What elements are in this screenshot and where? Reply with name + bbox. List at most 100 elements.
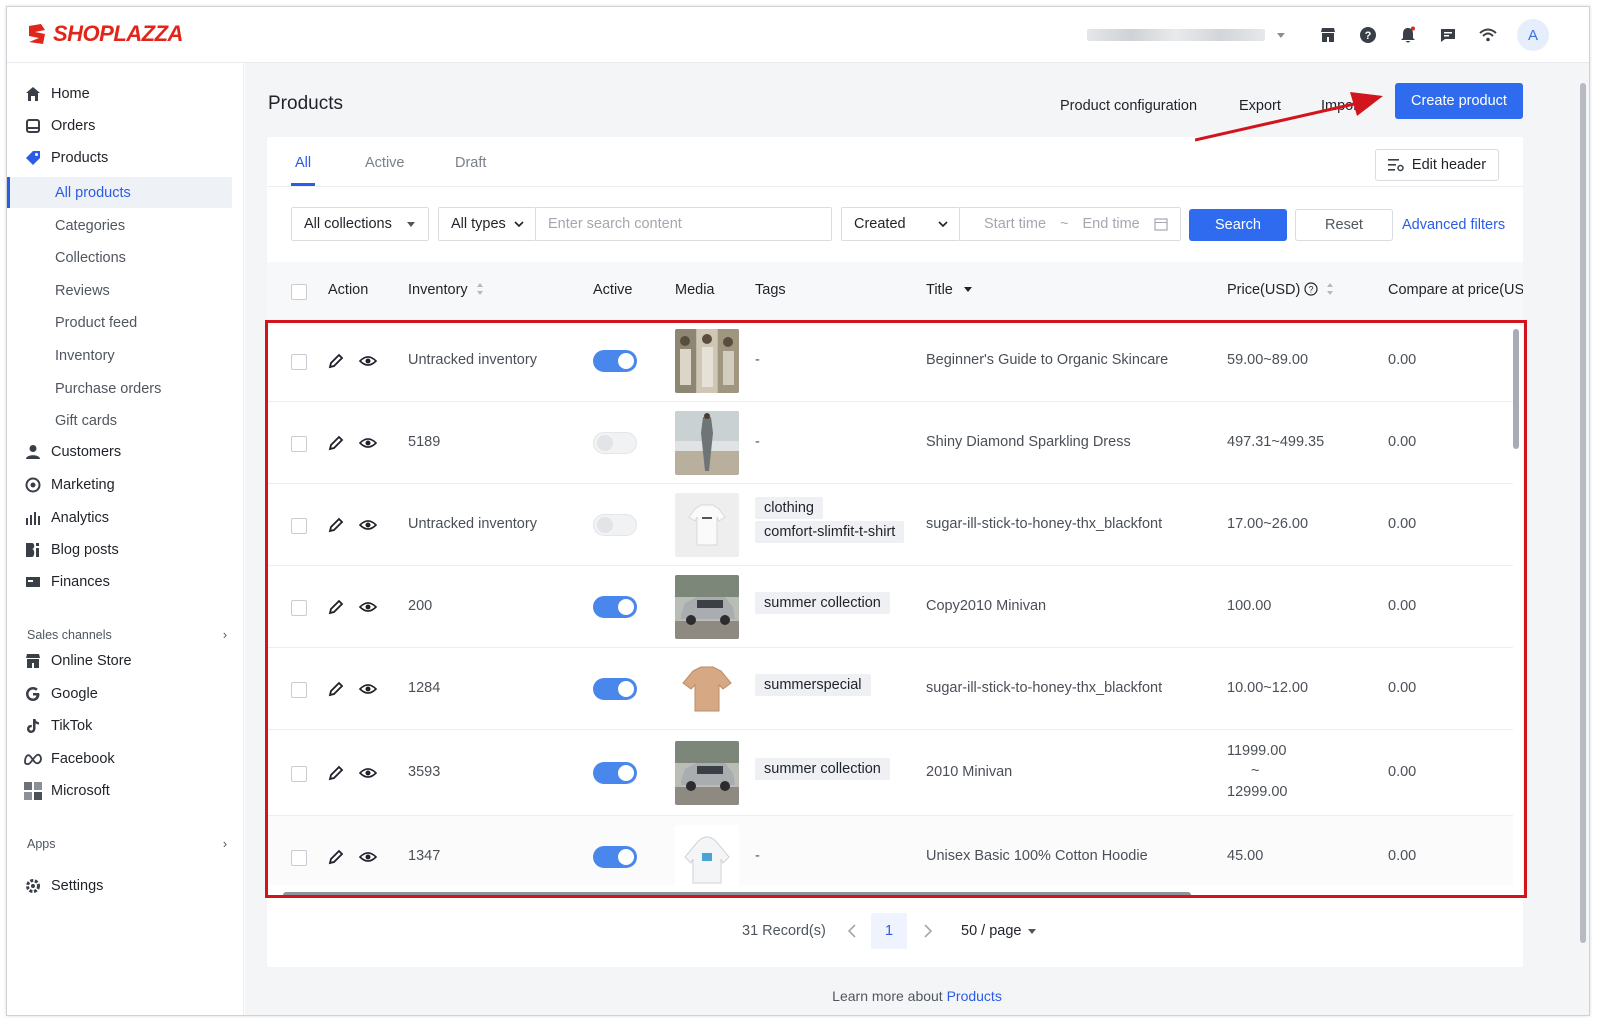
table-row[interactable]: 5189 - Shiny Diamond Sparkling Dress 497… (267, 402, 1513, 484)
edit-icon[interactable] (327, 848, 345, 866)
product-title[interactable]: Shiny Diamond Sparkling Dress (926, 434, 1131, 450)
wifi-icon[interactable] (1477, 24, 1499, 46)
view-icon[interactable] (359, 598, 377, 616)
date-range-picker[interactable]: Start time ~ End time (959, 207, 1181, 241)
row-checkbox[interactable] (291, 518, 307, 534)
sidebar-sub-product-feed[interactable]: Product feed (7, 307, 232, 338)
sidebar-item-facebook[interactable]: Facebook (7, 744, 244, 774)
view-icon[interactable] (359, 848, 377, 866)
active-toggle[interactable] (593, 350, 637, 372)
table-row[interactable]: 1284 summerspecial sugar-ill-stick-to-ho… (267, 648, 1513, 730)
sidebar-sub-all-products[interactable]: All products (7, 177, 232, 208)
shoplazza-logo[interactable]: SHOPLAZZA (25, 21, 183, 47)
table-row[interactable]: Untracked inventory clothing comfort-sli… (267, 484, 1513, 566)
page-scrollbar[interactable] (1579, 69, 1587, 943)
edit-icon[interactable] (327, 598, 345, 616)
search-input[interactable]: Enter search content (535, 207, 832, 241)
sidebar-item-blog-posts[interactable]: Blog posts (7, 535, 244, 565)
row-checkbox[interactable] (291, 766, 307, 782)
sidebar-item-analytics[interactable]: Analytics (7, 503, 244, 533)
prev-page-button[interactable] (847, 913, 857, 949)
bell-icon[interactable] (1397, 24, 1419, 46)
active-toggle[interactable] (593, 432, 637, 454)
row-checkbox[interactable] (291, 850, 307, 866)
help-icon[interactable]: ? (1357, 24, 1379, 46)
col-inventory[interactable]: Inventory (408, 282, 484, 298)
page-size-select[interactable]: 50 / page (961, 913, 1037, 949)
sidebar-sub-inventory[interactable]: Inventory (7, 340, 232, 371)
edit-header-button[interactable]: Edit header (1375, 149, 1499, 181)
active-toggle[interactable] (593, 678, 637, 700)
row-checkbox[interactable] (291, 600, 307, 616)
sidebar-sub-categories[interactable]: Categories (7, 210, 232, 241)
table-vertical-scrollbar[interactable] (1513, 329, 1519, 449)
search-button[interactable]: Search (1189, 209, 1287, 241)
product-title[interactable]: 2010 Minivan (926, 764, 1012, 780)
row-checkbox[interactable] (291, 682, 307, 698)
types-select[interactable]: All types (438, 207, 536, 241)
sidebar-sub-gift-cards[interactable]: Gift cards (7, 405, 232, 436)
sidebar-item-tiktok[interactable]: TikTok (7, 711, 244, 741)
product-configuration-link[interactable]: Product configuration (1060, 98, 1197, 114)
sidebar-item-customers[interactable]: Customers (7, 437, 244, 467)
edit-icon[interactable] (327, 764, 345, 782)
product-title[interactable]: sugar-ill-stick-to-honey-thx_blackfont (926, 680, 1162, 696)
sidebar-sub-collections[interactable]: Collections (7, 242, 232, 273)
table-row[interactable]: 200 summer collection Copy2010 Minivan 1… (267, 566, 1513, 648)
next-page-button[interactable] (923, 913, 933, 949)
product-title[interactable]: Copy2010 Minivan (926, 598, 1046, 614)
sidebar-item-settings[interactable]: Settings (7, 871, 244, 901)
product-title[interactable]: Beginner's Guide to Organic Skincare (926, 352, 1168, 368)
sales-channels-header[interactable]: Sales channels › (27, 628, 227, 642)
products-help-link[interactable]: Products (947, 988, 1002, 1004)
sidebar-item-orders[interactable]: Orders (7, 111, 244, 141)
active-toggle[interactable] (593, 596, 637, 618)
sidebar-item-google[interactable]: Google (7, 679, 244, 709)
col-price[interactable]: Price(USD) ? (1227, 282, 1334, 298)
message-icon[interactable] (1437, 24, 1459, 46)
edit-icon[interactable] (327, 352, 345, 370)
current-page[interactable]: 1 (871, 913, 907, 949)
table-horizontal-scrollbar[interactable] (283, 892, 1191, 898)
sidebar-item-microsoft[interactable]: Microsoft (7, 776, 244, 806)
apps-header[interactable]: Apps › (27, 837, 227, 851)
sidebar-item-products[interactable]: Products (7, 143, 244, 173)
tab-all[interactable]: All (295, 155, 311, 171)
sidebar-sub-reviews[interactable]: Reviews (7, 275, 232, 306)
sort-select[interactable]: Created (841, 207, 960, 241)
edit-icon[interactable] (327, 516, 345, 534)
table-row[interactable]: 3593 summer collection 2010 Minivan 1199… (267, 730, 1513, 816)
store-icon[interactable] (1317, 24, 1339, 46)
view-icon[interactable] (359, 764, 377, 782)
collections-select[interactable]: All collections (291, 207, 429, 241)
product-title[interactable]: Unisex Basic 100% Cotton Hoodie (926, 848, 1148, 864)
view-icon[interactable] (359, 352, 377, 370)
view-icon[interactable] (359, 434, 377, 452)
avatar[interactable]: A (1517, 19, 1549, 51)
reset-button[interactable]: Reset (1295, 209, 1393, 241)
view-icon[interactable] (359, 516, 377, 534)
active-toggle[interactable] (593, 762, 637, 784)
row-checkbox[interactable] (291, 354, 307, 370)
tab-draft[interactable]: Draft (455, 155, 486, 171)
edit-icon[interactable] (327, 434, 345, 452)
create-product-button[interactable]: Create product (1395, 83, 1523, 119)
sidebar-item-finances[interactable]: Finances (7, 567, 244, 597)
select-all-checkbox[interactable] (291, 284, 307, 300)
active-toggle[interactable] (593, 514, 637, 536)
view-icon[interactable] (359, 680, 377, 698)
table-row[interactable]: Untracked inventory - Beginner's Guide t… (267, 320, 1513, 402)
sidebar-item-online-store[interactable]: Online Store (7, 646, 244, 676)
sidebar-sub-purchase-orders[interactable]: Purchase orders (7, 373, 232, 404)
active-toggle[interactable] (593, 846, 637, 868)
sidebar-item-marketing[interactable]: Marketing (7, 470, 244, 500)
advanced-filters-link[interactable]: Advanced filters (1402, 217, 1505, 233)
col-title[interactable]: Title (926, 282, 973, 298)
product-title[interactable]: sugar-ill-stick-to-honey-thx_blackfont (926, 516, 1162, 532)
edit-icon[interactable] (327, 680, 345, 698)
row-checkbox[interactable] (291, 436, 307, 452)
sidebar-item-home[interactable]: Home (7, 79, 244, 109)
table-row[interactable]: 1347 - Unisex Basic 100% Cotton Hoodie 4… (267, 816, 1513, 885)
store-selector[interactable] (1087, 27, 1287, 43)
tab-active[interactable]: Active (365, 155, 405, 171)
